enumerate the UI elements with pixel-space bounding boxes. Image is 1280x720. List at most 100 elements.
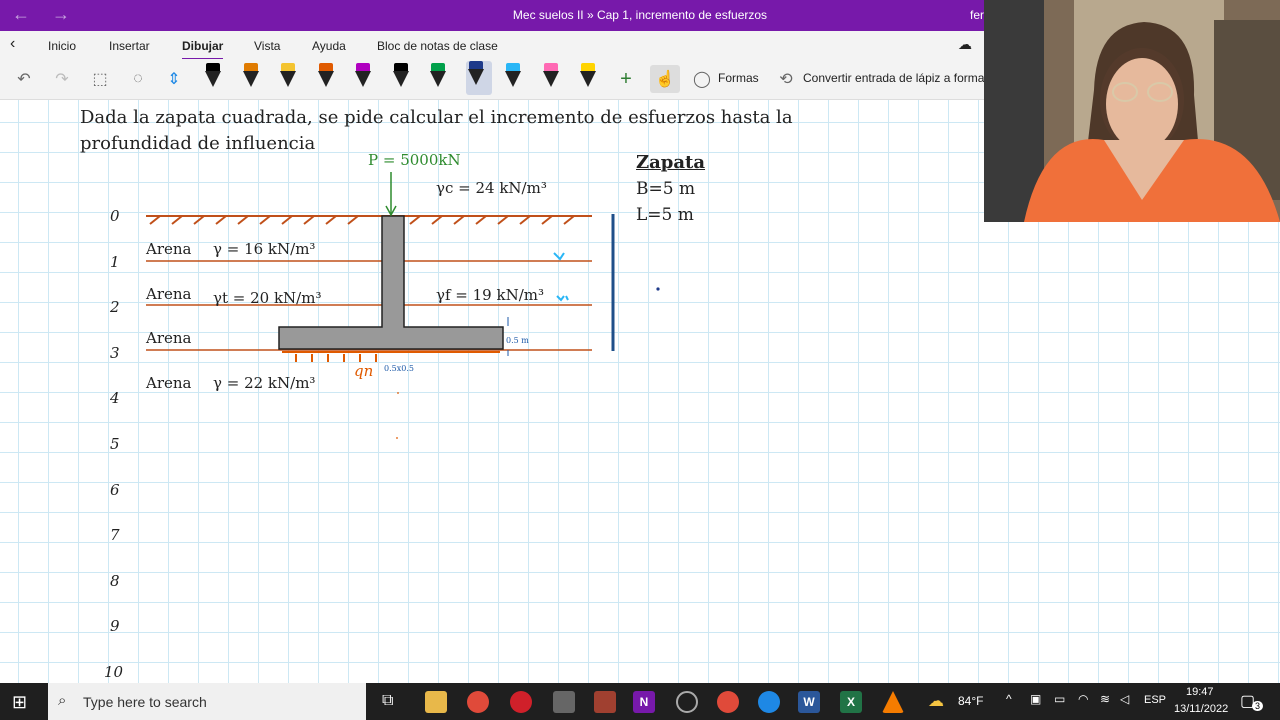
load-label: P = 5000kN (368, 151, 461, 169)
insert-space-icon[interactable]: ⇕ (162, 65, 186, 93)
pen-tool-9[interactable] (503, 63, 523, 93)
shapes-button[interactable]: Formas (718, 71, 759, 85)
user-name[interactable]: fer (970, 8, 984, 22)
undo-icon[interactable]: ↶ (12, 65, 36, 93)
depth-label: 5 (110, 435, 120, 453)
search-icon: ⌕ (58, 692, 67, 709)
convert-ink-button[interactable]: Convertir entrada de lápiz a forma (803, 71, 984, 85)
ground-surface (146, 215, 592, 225)
pen-color-swatch (243, 63, 258, 71)
depth-label: 4 (110, 389, 120, 408)
tab-inicio[interactable]: Inicio (48, 39, 76, 53)
sync-icon[interactable]: ☁ (958, 36, 972, 53)
notifications-count: 3 (1252, 701, 1264, 711)
chrome-profile-icon[interactable] (717, 691, 739, 713)
pen-color-swatch (393, 63, 408, 71)
redo-icon[interactable]: ↷ (50, 65, 74, 93)
edge-icon[interactable] (758, 691, 780, 713)
onenote-icon[interactable]: N (633, 691, 655, 713)
pen-tool-1[interactable] (203, 63, 223, 93)
clock-app-icon[interactable] (676, 691, 698, 713)
gamma-fill: γf = 19 kN/m³ (436, 286, 544, 304)
pen-tool-3[interactable] (278, 63, 298, 93)
lasso-select-icon[interactable]: ◌ (126, 65, 150, 93)
file-explorer-icon[interactable] (425, 691, 447, 713)
pen-tip-icon (430, 71, 446, 87)
tab-dibujar[interactable]: Dibujar (182, 39, 224, 61)
pen-tool-8[interactable] (465, 61, 492, 95)
pen-tip-icon (280, 71, 296, 87)
depth-label: 9 (110, 617, 120, 636)
ribbon-back-icon[interactable]: ‹ (10, 35, 15, 53)
load-arrow (385, 172, 397, 217)
layer-1-soil: Arena (146, 240, 192, 258)
pen-tip-icon (242, 71, 259, 87)
weather-icon[interactable]: ☁ (928, 691, 944, 711)
tab-insertar[interactable]: Insertar (109, 39, 150, 53)
pen-tip-icon (505, 71, 521, 87)
convert-ink-icon[interactable]: ⟲ (774, 65, 798, 93)
taskbar: ⊞ ⌕ Type here to search ⧉ N W X ☁ 84°F ^… (0, 683, 1280, 720)
depth-label: 6 (110, 480, 120, 499)
zapata-L: L=5 m (636, 205, 694, 225)
pen-color-swatch (206, 63, 220, 71)
layer-3-soil: Arena (146, 329, 192, 347)
layer-2-gamma: γt = 20 kN/m³ (213, 289, 322, 307)
zapata-title: Zapata (636, 152, 706, 173)
tab-vista[interactable]: Vista (254, 39, 280, 53)
pen-tool-7[interactable] (428, 63, 448, 93)
pen-tool-4[interactable] (316, 63, 336, 93)
pen-tool-6[interactable] (391, 63, 411, 93)
excel-icon[interactable]: X (840, 691, 862, 713)
tab-ayuda[interactable]: Ayuda (312, 39, 346, 53)
pen-tip-icon (392, 71, 409, 87)
pen-color-swatch (543, 63, 558, 71)
pen-tip-icon (317, 71, 334, 87)
pen-tool-5[interactable] (353, 63, 373, 93)
depth-label: 8 (110, 571, 120, 590)
depth-label: 7 (110, 526, 120, 545)
weather-temp[interactable]: 84°F (958, 694, 983, 708)
clock-time[interactable]: 19:47 (1186, 686, 1214, 698)
word-icon[interactable]: W (798, 691, 820, 713)
layer-1-gamma: γ = 16 kN/m³ (213, 240, 316, 258)
type-select-icon[interactable]: ⬚ (88, 65, 112, 93)
wifi-icon[interactable]: ≋ (1100, 692, 1110, 706)
webcam-overlay (984, 0, 1280, 222)
taskbar-search[interactable]: ⌕ Type here to search (48, 683, 366, 720)
tray-chevron-icon[interactable]: ^ (1006, 692, 1012, 706)
chrome-icon[interactable] (467, 691, 489, 713)
task-view-icon[interactable]: ⧉ (382, 692, 393, 710)
tab-bloc-notas-clase[interactable]: Bloc de notas de clase (377, 39, 498, 53)
qn-label: qn (354, 362, 374, 380)
pen-tool-10[interactable] (541, 63, 561, 93)
phone-app-icon[interactable] (553, 691, 575, 713)
pen-tool-2[interactable] (241, 63, 261, 93)
network-icon[interactable]: ◠ (1078, 692, 1088, 706)
tray-app-icon[interactable]: ▣ (1030, 692, 1041, 706)
depth-label: 0 (110, 207, 120, 225)
opera-icon[interactable] (510, 691, 532, 713)
pen-tool-11[interactable] (578, 63, 598, 93)
shapes-icon[interactable]: ◯ (690, 65, 714, 93)
app-icon[interactable] (594, 691, 616, 713)
add-pen-icon[interactable]: + (614, 65, 638, 93)
pen-tip-icon (355, 71, 371, 87)
gamma-concrete: γc = 24 kN/m³ (436, 179, 547, 197)
column-note: 0.5x0.5 (384, 364, 414, 373)
clock-date[interactable]: 13/11/2022 (1174, 703, 1228, 715)
soil-pressure (282, 351, 500, 362)
pen-color-swatch (356, 63, 370, 71)
layer-4-soil: Arena (146, 374, 192, 392)
pen-color-swatch (506, 63, 520, 71)
touch-draw-icon[interactable]: ☝ (650, 65, 680, 93)
volume-icon[interactable]: ◁ (1120, 692, 1129, 706)
battery-icon[interactable]: ▭ (1054, 692, 1065, 706)
footing-shape (278, 215, 504, 350)
depth-label: 10 (104, 663, 124, 681)
windows-start-icon[interactable]: ⊞ (12, 692, 27, 713)
language-indicator[interactable]: ESP (1144, 694, 1166, 706)
thickness-note: 0.5 m (506, 336, 529, 345)
zapata-B: B=5 m (636, 179, 696, 199)
vlc-icon[interactable] (882, 691, 904, 713)
